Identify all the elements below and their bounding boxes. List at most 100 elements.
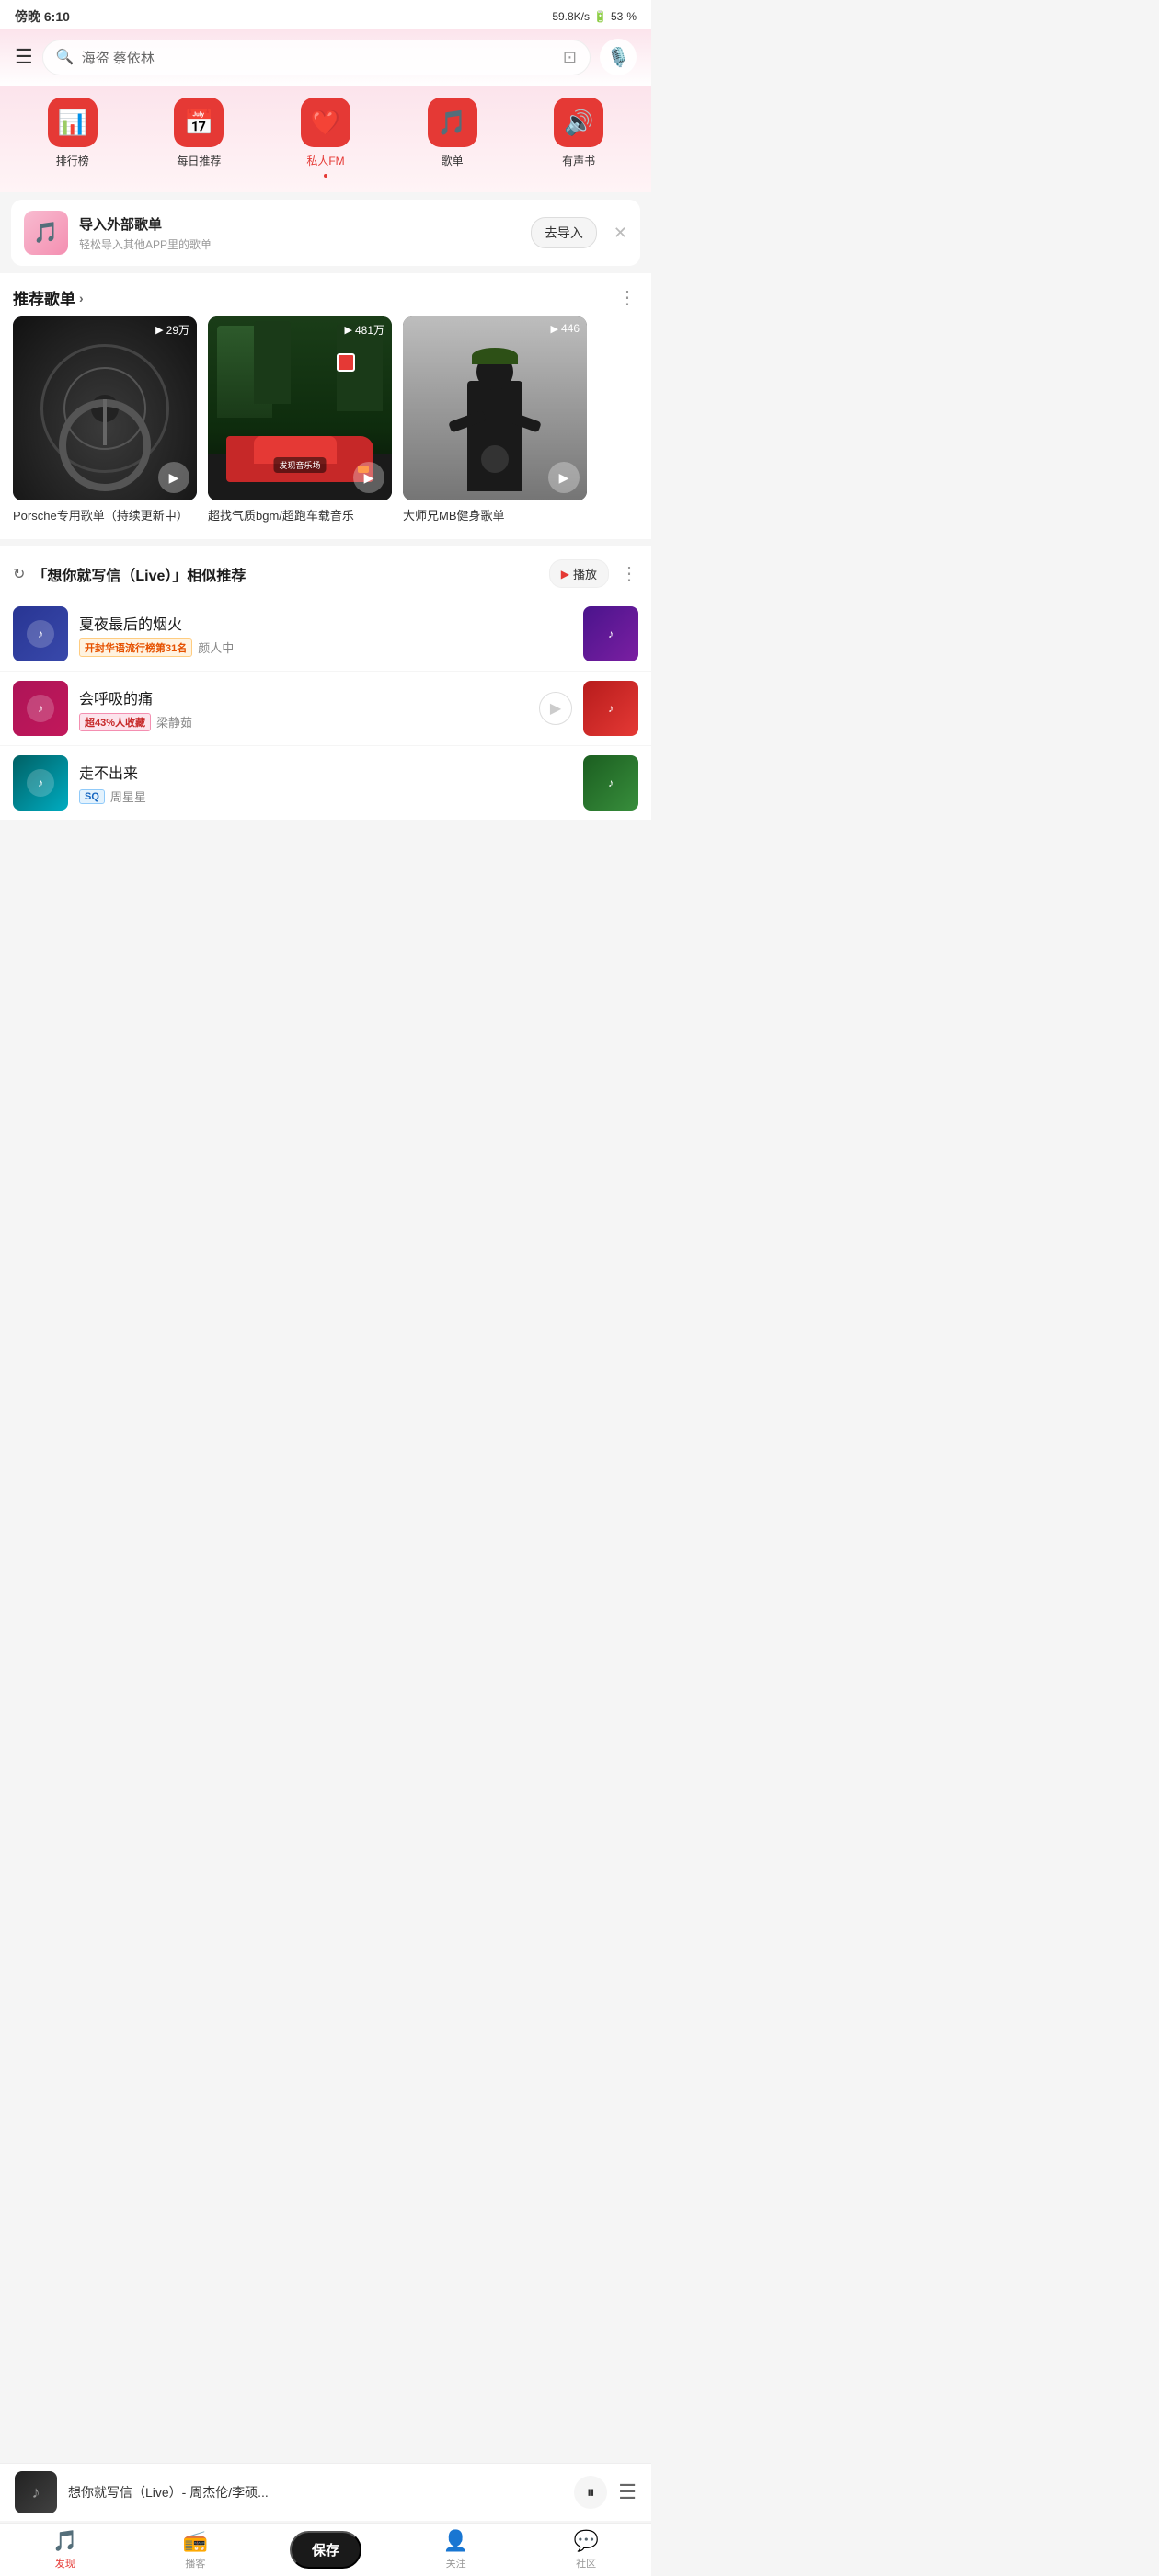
bottom-item-discover[interactable]: 🎵 发现 <box>0 2529 131 2570</box>
charging-icon: % <box>626 10 637 23</box>
menu-icon[interactable]: ☰ <box>15 45 33 69</box>
similar-title-wrap: ↻ 「想你就写信（Live）」相似推荐 <box>13 563 549 585</box>
fm-icon-box: ❤️ <box>301 98 350 147</box>
playlist-1-play-count: ▶ 29万 <box>155 322 189 338</box>
playlist-icon: 🎵 <box>437 109 466 137</box>
status-right: 59.8K/s 🔋 53 % <box>552 10 637 23</box>
playlist-1-play-button[interactable]: ▶ <box>158 462 189 493</box>
song-tag-3: SQ <box>79 789 105 804</box>
nav-item-audiobook[interactable]: 🔊 有声书 <box>554 98 603 178</box>
song-artist-3: 周星星 <box>110 788 146 805</box>
save-button[interactable]: 保存 <box>290 2531 361 2569</box>
bottom-item-save[interactable]: 保存 <box>260 2531 391 2569</box>
song-tag-2: 超43%人收藏 <box>79 713 151 731</box>
song-meta-3: SQ 周星星 <box>79 788 572 805</box>
song-artist-2: 梁静茹 <box>156 713 192 730</box>
nav-icons: 📊 排行榜 📅 每日推荐 ❤️ 私人FM 🎵 歌单 🔊 有声书 <box>0 86 651 192</box>
song-list: ♪ 夏夜最后的烟火 开封华语流行榜第31名 颜人中 ♪ ♪ 会呼吸的痛 <box>0 597 651 821</box>
daily-label: 每日推荐 <box>177 153 221 168</box>
song-artist-1: 颜人中 <box>198 638 234 656</box>
discover-label: 发现 <box>55 2556 75 2570</box>
bottom-item-community[interactable]: 💬 社区 <box>521 2529 651 2570</box>
song-item-2[interactable]: ♪ 会呼吸的痛 超43%人收藏 梁静茹 ▶ ♪ <box>0 672 651 746</box>
daily-icon: 📅 <box>184 109 213 137</box>
signal-text: 59.8K/s <box>552 10 590 23</box>
playlist-thumb-3: ▶ 446 ▶ <box>403 316 587 500</box>
import-close-icon[interactable]: ✕ <box>614 224 627 243</box>
bottom-item-follow[interactable]: 👤 关注 <box>391 2529 522 2570</box>
playlist-2-play-count: ▶ 481万 <box>345 322 385 338</box>
charts-icon: 📊 <box>58 109 87 137</box>
song-meta-2: 超43%人收藏 梁静茹 <box>79 713 528 731</box>
nav-item-fm[interactable]: ❤️ 私人FM <box>301 98 350 178</box>
mini-player: ♪ 想你就写信（Live）- 周杰伦/李硕... ⏸ ☰ <box>0 2463 651 2521</box>
play-all-icon: ▶ <box>561 568 569 581</box>
mini-thumb-image: ♪ <box>15 2471 57 2513</box>
recommend-section-header: 推荐歌单 › ⋮ <box>0 273 651 316</box>
status-bar: 傍晚 6:10 59.8K/s 🔋 53 % <box>0 0 651 29</box>
charts-icon-box: 📊 <box>48 98 98 147</box>
similar-header: ↻ 「想你就写信（Live）」相似推荐 ▶ 播放 ⋮ <box>0 546 651 597</box>
playlist-card-1[interactable]: ▶ 29万 ▶ Porsche专用歌单（持续更新中） <box>13 316 197 524</box>
charts-label: 排行榜 <box>56 153 89 168</box>
import-text: 导入外部歌单 轻松导入其他APP里的歌单 <box>79 214 520 252</box>
community-label: 社区 <box>576 2556 596 2570</box>
nav-item-playlist[interactable]: 🎵 歌单 <box>428 98 477 178</box>
audiobook-label: 有声书 <box>562 153 595 168</box>
song-right-thumb-1: ♪ <box>583 606 638 661</box>
import-title: 导入外部歌单 <box>79 214 520 234</box>
song-right-thumb-2: ♪ <box>583 681 638 736</box>
playlist-3-play-button[interactable]: ▶ <box>548 462 580 493</box>
mini-player-thumb: ♪ <box>15 2471 57 2513</box>
import-banner: 🎵 导入外部歌单 轻松导入其他APP里的歌单 去导入 ✕ <box>11 200 640 266</box>
song-right-thumb-3: ♪ <box>583 755 638 811</box>
playlist-label: 歌单 <box>442 153 464 168</box>
playlist-3-name: 大师兄MB健身歌单 <box>403 508 587 524</box>
playlist-card-2[interactable]: 发现音乐场 ▶ 481万 ▶ 超找气质bgm/超跑车载音乐 <box>208 316 392 524</box>
song-item-3[interactable]: ♪ 走不出来 SQ 周星星 ♪ <box>0 746 651 821</box>
search-bar[interactable]: 🔍 海盗 蔡依林 ⊡ <box>42 40 591 75</box>
song-play-btn-2[interactable]: ▶ <box>539 692 572 725</box>
playlist-1-name: Porsche专用歌单（持续更新中） <box>13 508 197 524</box>
song-info-2: 会呼吸的痛 超43%人收藏 梁静茹 <box>79 686 528 731</box>
status-time: 傍晚 6:10 <box>15 7 70 26</box>
nav-item-charts[interactable]: 📊 排行榜 <box>48 98 98 178</box>
nav-item-daily[interactable]: 📅 每日推荐 <box>174 98 224 178</box>
bottom-item-radio[interactable]: 📻 播客 <box>131 2529 261 2570</box>
header: ☰ 🔍 海盗 蔡依林 ⊡ 🎙️ <box>0 29 651 86</box>
similar-more-icon[interactable]: ⋮ <box>620 562 638 585</box>
refresh-icon[interactable]: ↻ <box>13 565 25 583</box>
import-button[interactable]: 去导入 <box>531 217 597 248</box>
similar-title: 「想你就写信（Live）」相似推荐 <box>32 563 246 585</box>
playlist-thumb-1: ▶ 29万 ▶ <box>13 316 197 500</box>
search-row: ☰ 🔍 海盗 蔡依林 ⊡ 🎙️ <box>15 39 637 75</box>
song-info-1: 夏夜最后的烟火 开封华语流行榜第31名 颜人中 <box>79 612 572 657</box>
song-item-1[interactable]: ♪ 夏夜最后的烟火 开封华语流行榜第31名 颜人中 ♪ <box>0 597 651 672</box>
bottom-nav: 🎵 发现 📻 播客 保存 👤 关注 💬 社区 <box>0 2523 651 2576</box>
song-info-3: 走不出来 SQ 周星星 <box>79 761 572 805</box>
playlist-card-3[interactable]: ▶ 446 ▶ 大师兄MB健身歌单 <box>403 316 587 524</box>
playlist-2-play-button[interactable]: ▶ <box>353 462 384 493</box>
daily-icon-box: 📅 <box>174 98 224 147</box>
song-tag-1: 开封华语流行榜第31名 <box>79 638 192 657</box>
playlist-icon-box: 🎵 <box>428 98 477 147</box>
search-icon: 🔍 <box>56 48 75 66</box>
discover-icon: 🎵 <box>52 2529 77 2553</box>
battery-icon: 🔋 <box>593 10 607 23</box>
play-all-button[interactable]: ▶ 播放 <box>549 559 609 588</box>
recommend-more-icon[interactable]: ⋮ <box>618 286 638 309</box>
mic-button[interactable]: 🎙️ <box>600 39 637 75</box>
mini-queue-button[interactable]: ☰ <box>618 2480 637 2504</box>
mini-player-title: 想你就写信（Live）- 周杰伦/李硕... <box>68 2483 563 2501</box>
recommend-arrow: › <box>79 291 84 305</box>
song-thumb-3: ♪ <box>13 755 68 811</box>
play-all-label: 播放 <box>573 565 597 582</box>
follow-icon: 👤 <box>443 2529 468 2553</box>
mini-pause-button[interactable]: ⏸ <box>574 2476 607 2509</box>
playlist-3-play-count: ▶ 446 <box>551 322 580 335</box>
audiobook-icon: 🔊 <box>564 109 593 137</box>
song-thumb-2: ♪ <box>13 681 68 736</box>
similar-section: ↻ 「想你就写信（Live）」相似推荐 ▶ 播放 ⋮ ♪ 夏夜最后的烟火 开封华… <box>0 546 651 821</box>
community-icon: 💬 <box>573 2529 598 2553</box>
playlist-scroll: ▶ 29万 ▶ Porsche专用歌单（持续更新中） <box>0 316 651 539</box>
